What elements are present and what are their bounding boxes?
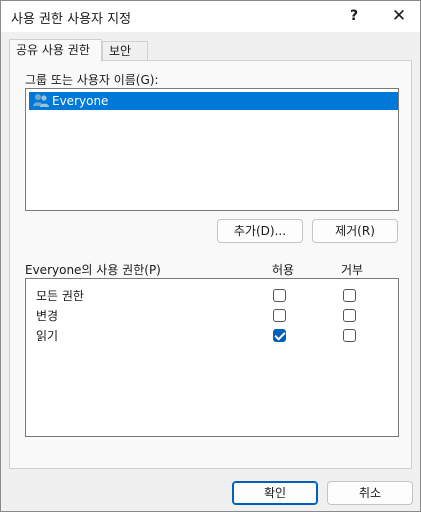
allow-checkbox-full-control[interactable] (273, 289, 286, 302)
permissions-dialog: 사용 권한 사용자 지정 ? ✕ 공유 사용 권한 보안 그룹 또는 사용자 이… (0, 0, 421, 512)
ok-button[interactable]: 확인 (232, 481, 318, 505)
help-button[interactable]: ? (334, 1, 374, 32)
deny-header: 거부 (341, 263, 364, 277)
permission-name: 모든 권한 (36, 289, 84, 303)
window-title: 사용 권한 사용자 지정 (11, 12, 132, 27)
list-item-label: Everyone (52, 94, 109, 108)
allow-header: 허용 (272, 263, 295, 277)
deny-checkbox-read[interactable] (343, 329, 356, 342)
permission-row-change: 변경 (36, 307, 386, 325)
dialog-footer: 확인 취소 (1, 471, 420, 511)
users-icon (32, 92, 50, 110)
permissions-list: 모든 권한 변경 읽기 (25, 278, 399, 437)
remove-button[interactable]: 제거(R) (312, 219, 398, 243)
deny-checkbox-change[interactable] (343, 309, 356, 322)
permissions-label: Everyone의 사용 권한(P) (25, 263, 161, 277)
permission-name: 읽기 (36, 329, 59, 343)
deny-checkbox-full-control[interactable] (343, 289, 356, 302)
groups-listbox[interactable]: Everyone (25, 88, 399, 211)
cancel-button[interactable]: 취소 (327, 481, 413, 505)
groups-label: 그룹 또는 사용자 이름(G): (25, 73, 159, 87)
permission-name: 변경 (36, 309, 59, 323)
title-bar: 사용 권한 사용자 지정 ? ✕ (1, 1, 420, 32)
close-button[interactable]: ✕ (378, 1, 420, 32)
tab-panel: 그룹 또는 사용자 이름(G): Everyone 추가(D)... 제거(R)… (9, 60, 412, 469)
list-item-everyone[interactable]: Everyone (29, 92, 398, 110)
permission-row-full-control: 모든 권한 (36, 287, 386, 305)
add-button[interactable]: 추가(D)... (217, 219, 303, 243)
tab-security[interactable]: 보안 (102, 41, 148, 61)
allow-checkbox-change[interactable] (273, 309, 286, 322)
allow-checkbox-read[interactable] (273, 329, 286, 342)
tab-share-permissions[interactable]: 공유 사용 권한 (9, 39, 102, 62)
permission-row-read: 읽기 (36, 327, 386, 345)
